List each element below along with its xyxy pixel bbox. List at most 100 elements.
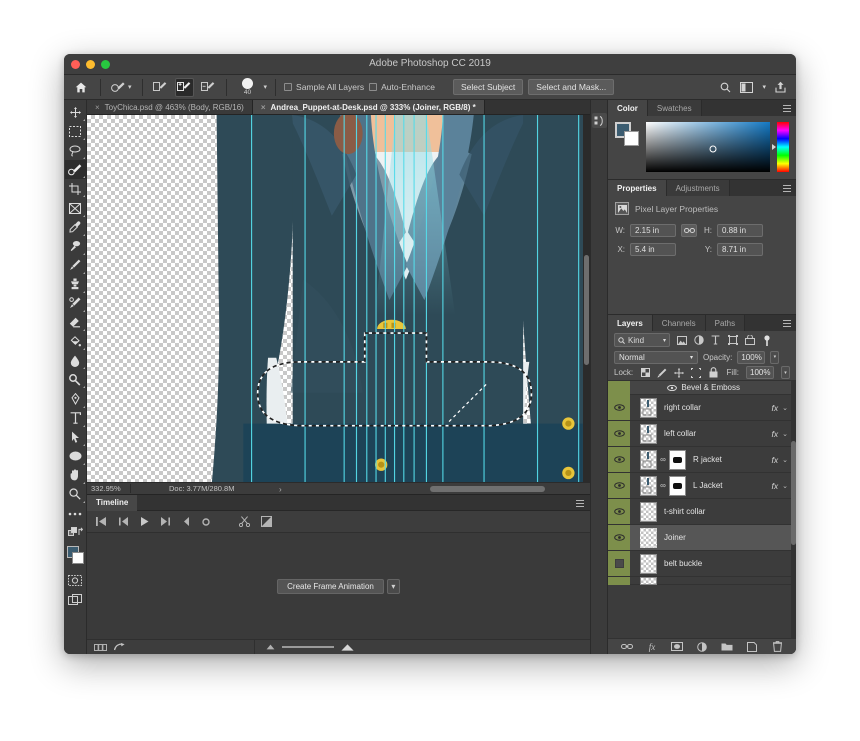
layer-visibility-toggle[interactable] [608, 499, 630, 524]
ellipse-tool[interactable] [65, 447, 86, 466]
search-icon[interactable] [720, 82, 731, 93]
layer-visibility-toggle[interactable] [608, 395, 630, 420]
spot-healing-brush-tool[interactable] [65, 237, 86, 256]
edit-toolbar-ellipsis-icon[interactable] [65, 504, 86, 523]
brush-tool[interactable] [65, 256, 86, 275]
render-settings-gear-icon[interactable] [201, 517, 211, 527]
lock-transparent-pixels-icon[interactable] [640, 367, 650, 378]
layer-visibility-toggle[interactable] [608, 421, 630, 446]
layer-thumbnails[interactable]: ∞ [630, 475, 686, 496]
add-to-selection-mode-button[interactable] [174, 77, 194, 97]
select-and-mask-button[interactable]: Select and Mask... [528, 79, 615, 95]
share-icon[interactable] [775, 81, 786, 93]
table-row[interactable]: Joiner [608, 525, 796, 551]
color-picker-field[interactable] [646, 122, 770, 172]
frame-tool[interactable] [65, 198, 86, 217]
play-button[interactable] [140, 517, 149, 526]
color-picker-marker[interactable] [709, 145, 717, 153]
tab-adjustments[interactable]: Adjustments [666, 180, 730, 196]
layer-visibility-toggle[interactable] [608, 473, 630, 498]
tab-channels[interactable]: Channels [652, 315, 706, 331]
hue-slider-handle[interactable] [772, 144, 776, 150]
link-layers-icon[interactable] [621, 641, 633, 653]
eyedropper-tool[interactable] [65, 218, 86, 237]
workspace-icon[interactable] [740, 81, 754, 93]
tab-paths[interactable]: Paths [705, 315, 746, 331]
background-color-swatch[interactable] [71, 552, 84, 565]
smart-object-filter-icon[interactable] [744, 334, 755, 346]
swap-colors-icon[interactable] [65, 523, 86, 542]
subtract-from-selection-mode-button[interactable] [199, 78, 218, 97]
lock-image-pixels-icon[interactable] [657, 367, 667, 378]
layer-fx-badge[interactable]: fx [772, 403, 783, 413]
new-adjustment-layer-icon[interactable] [696, 641, 708, 653]
blur-tool[interactable] [65, 351, 86, 370]
brush-size-picker[interactable]: 40 [235, 77, 261, 98]
layer-list-scrollbar[interactable] [791, 381, 796, 638]
layer-thumbnails[interactable] [630, 576, 657, 585]
layer-thumbnail[interactable] [640, 553, 657, 574]
table-row[interactable]: t-shirt collar [608, 499, 796, 525]
quick-selection-tool[interactable] [64, 160, 86, 180]
table-row[interactable]: right collar fx ⌄ [608, 395, 796, 421]
layer-thumbnail[interactable] [640, 449, 657, 470]
go-to-first-frame-button[interactable] [96, 517, 107, 526]
crop-tool[interactable] [65, 179, 86, 198]
layer-name[interactable]: Joiner [657, 533, 796, 542]
pixel-filter-icon[interactable] [676, 334, 687, 346]
clone-stamp-tool[interactable] [65, 275, 86, 294]
layer-filter-kind-select[interactable]: Kind ▾ [614, 333, 670, 347]
audio-button[interactable] [182, 517, 190, 526]
x-field[interactable]: 5.4 in [630, 243, 676, 256]
tab-swatches[interactable]: Swatches [647, 100, 702, 116]
new-selection-mode-button[interactable] [151, 78, 170, 97]
table-row-partial[interactable] [608, 576, 796, 585]
sample-all-layers-checkbox[interactable]: Sample All Layers [284, 82, 364, 92]
add-layer-style-icon[interactable]: fx [646, 641, 658, 653]
filter-toggle-icon[interactable] [761, 334, 772, 346]
panel-menu-icon[interactable] [783, 320, 791, 327]
hand-tool[interactable] [65, 466, 86, 485]
close-icon[interactable]: × [95, 103, 100, 112]
frames-icon[interactable] [94, 643, 107, 651]
hue-slider[interactable] [772, 122, 789, 172]
home-icon[interactable] [70, 78, 92, 97]
layer-name[interactable]: L Jacket [686, 481, 772, 490]
chevron-down-icon[interactable]: ▾ [762, 83, 766, 91]
canvas-vertical-scrollbar[interactable] [583, 115, 590, 482]
select-subject-button[interactable]: Select Subject [452, 79, 524, 95]
fill-field[interactable]: 100% [746, 366, 774, 379]
opacity-field[interactable]: 100% [737, 350, 766, 364]
layer-fx-badge[interactable]: fx [772, 481, 783, 491]
document-canvas[interactable] [87, 115, 590, 482]
layer-thumbnail[interactable] [640, 423, 657, 444]
panel-menu-icon[interactable] [783, 185, 791, 192]
table-row[interactable]: left collar fx ⌄ [608, 421, 796, 447]
canvas-horizontal-scrollbar[interactable] [420, 483, 590, 495]
layer-visibility-toggle[interactable] [608, 447, 630, 472]
layer-mask-thumbnail[interactable] [669, 475, 686, 496]
libraries-panel-icon[interactable] [591, 113, 607, 128]
layer-thumbnail[interactable] [640, 576, 657, 585]
layer-thumbnail[interactable] [640, 501, 657, 522]
layer-visibility-toggle[interactable] [608, 525, 630, 550]
pen-tool[interactable] [65, 389, 86, 408]
document-tab-andrea-puppet[interactable]: × Andrea_Puppet-at-Desk.psd @ 333% (Join… [252, 100, 485, 114]
timeline-zoom-slider[interactable] [282, 646, 334, 648]
table-row[interactable]: belt buckle [608, 551, 796, 577]
y-field[interactable]: 8.71 in [717, 243, 763, 256]
scrollbar-thumb[interactable] [584, 255, 589, 365]
delete-layer-icon[interactable] [771, 641, 783, 653]
tab-properties[interactable]: Properties [608, 180, 667, 196]
layer-thumbnails[interactable]: ∞ [630, 449, 686, 470]
zoom-tool[interactable] [65, 485, 86, 504]
layer-visibility-toggle[interactable] [608, 576, 630, 585]
scrollbar-thumb[interactable] [430, 485, 545, 492]
type-tool[interactable] [65, 409, 86, 428]
zoom-level[interactable]: 332.95% [87, 484, 131, 493]
height-field[interactable]: 0.88 in [717, 224, 763, 237]
move-tool[interactable] [65, 103, 86, 122]
split-clip-scissors-icon[interactable] [239, 516, 250, 527]
background-color-swatch[interactable] [624, 131, 639, 146]
document-tab-toychica[interactable]: × ToyChica.psd @ 463% (Body, RGB/16) [87, 100, 253, 114]
